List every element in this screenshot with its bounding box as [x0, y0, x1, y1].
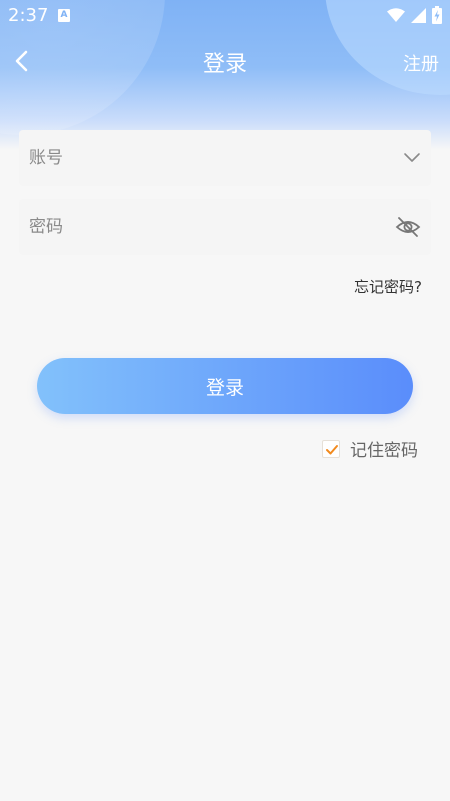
battery-charging-icon [432, 6, 442, 24]
a-letter-icon: A [58, 9, 70, 22]
signal-icon [411, 7, 426, 23]
checkmark-icon [326, 444, 338, 454]
password-field[interactable] [19, 199, 431, 255]
register-button[interactable]: 注册 [403, 50, 439, 76]
wifi-icon [387, 7, 405, 22]
page-title: 登录 [202, 52, 247, 77]
status-bar: 2:37 A [0, 0, 450, 32]
account-field[interactable] [19, 130, 431, 186]
remember-checkbox[interactable] [322, 439, 340, 458]
status-icons [387, 6, 442, 24]
account-input[interactable] [29, 130, 369, 186]
remember-password-label: 记住密码 [350, 441, 418, 461]
status-time: 2:37 [8, 5, 49, 26]
login-button[interactable]: 登录 [37, 358, 413, 414]
forgot-password-link[interactable]: 忘记密码? [354, 276, 422, 297]
password-input[interactable] [29, 199, 369, 255]
login-screen: 2:37 A 登录 注册 账号 忘记密码? 登录 记住密码 [0, 0, 450, 801]
eye-off-icon[interactable] [395, 215, 421, 239]
remember-password-toggle[interactable]: 记住密码 [322, 436, 418, 461]
chevron-down-icon[interactable] [403, 150, 421, 164]
